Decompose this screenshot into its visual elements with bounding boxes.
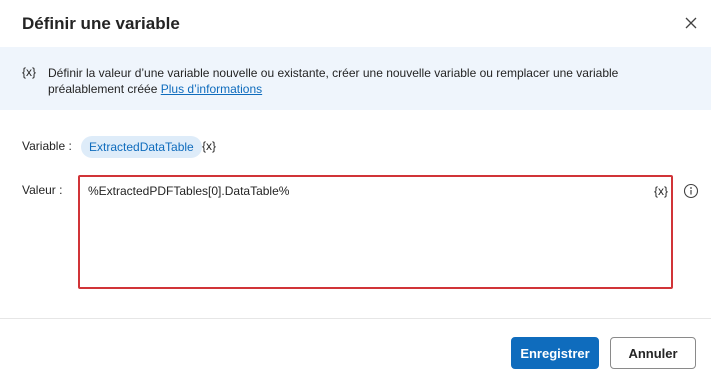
value-text: %ExtractedPDFTables[0].DataTable%: [88, 184, 290, 198]
cancel-button[interactable]: Annuler: [610, 337, 696, 369]
more-info-link[interactable]: Plus d’informations: [161, 82, 262, 96]
value-variable-picker-icon[interactable]: {x}: [654, 184, 668, 198]
save-button[interactable]: Enregistrer: [511, 337, 599, 369]
variable-name-chip[interactable]: ExtractedDataTable: [81, 136, 202, 158]
variable-picker-icon[interactable]: {x}: [202, 139, 216, 153]
footer-divider: [0, 318, 711, 319]
value-input[interactable]: %ExtractedPDFTables[0].DataTable% {x}: [78, 175, 673, 289]
info-icon[interactable]: [683, 183, 699, 199]
close-icon-glyph: [685, 17, 697, 29]
dialog-title: Définir une variable: [22, 14, 180, 33]
close-icon[interactable]: [680, 12, 702, 34]
value-label: Valeur :: [22, 183, 63, 197]
info-text-line2: préalablement créée: [48, 82, 158, 96]
info-banner: {x} Définir la valeur d’une variable nou…: [0, 47, 711, 110]
info-icon-glyph: [683, 183, 699, 199]
info-description: Définir la valeur d’une variable nouvell…: [48, 65, 688, 97]
info-text-line1: Définir la valeur d’une variable nouvell…: [48, 66, 619, 80]
set-variable-dialog: Définir une variable {x} Définir la vale…: [0, 0, 711, 386]
variable-icon: {x}: [22, 65, 37, 79]
variable-label: Variable :: [22, 139, 72, 153]
